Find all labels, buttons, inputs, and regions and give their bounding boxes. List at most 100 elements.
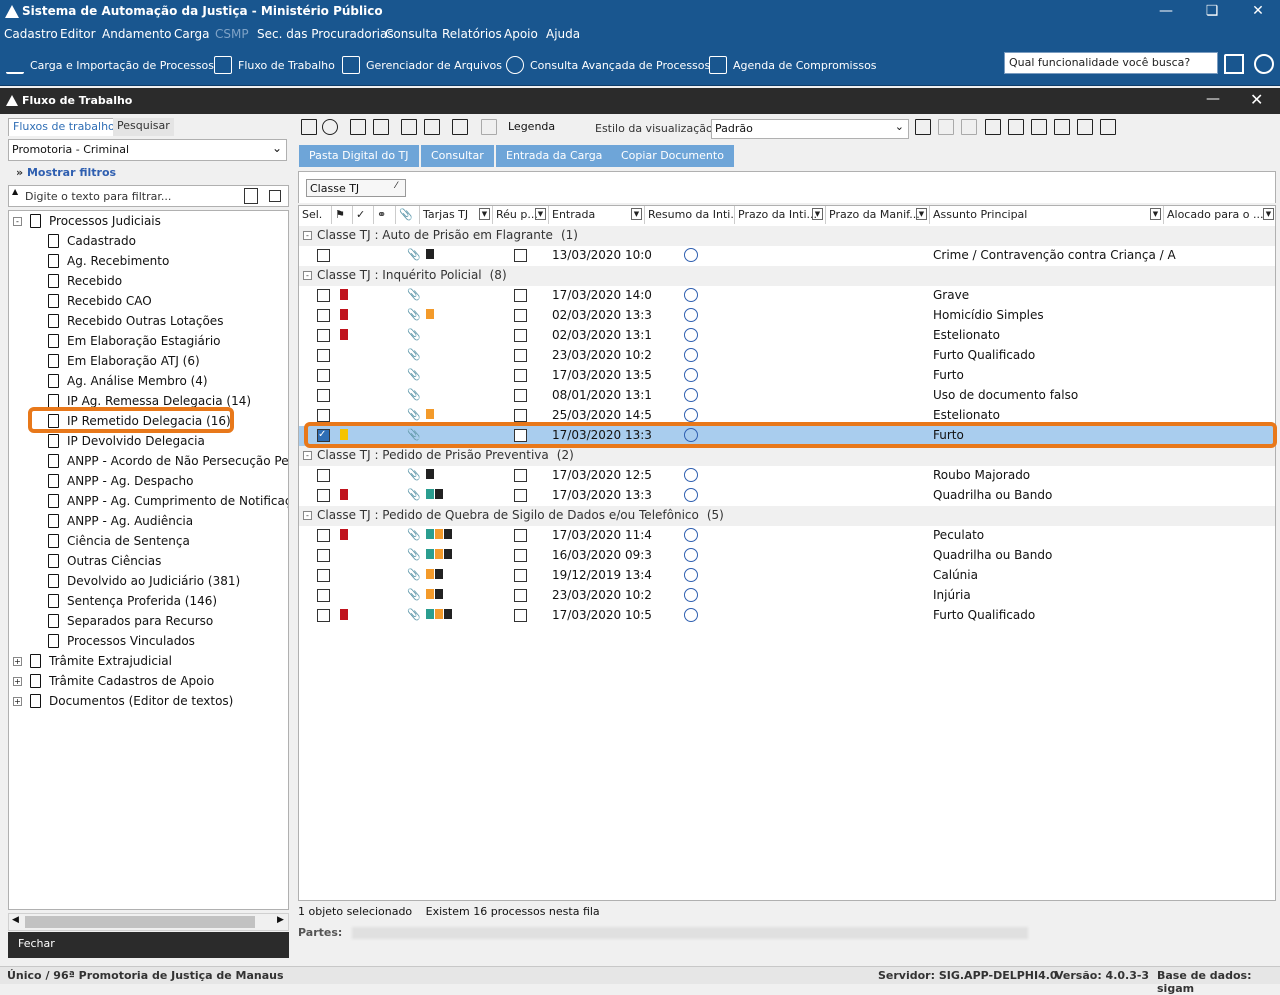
- group-header-row[interactable]: - Classe TJ : Auto de Prisão em Flagrante…: [299, 226, 1275, 246]
- print-preview-icon[interactable]: [401, 119, 417, 135]
- table-row[interactable]: 📎 17/03/2020 11:4 Peculato: [299, 526, 1275, 546]
- show-filters-link[interactable]: » Mostrar filtros: [16, 166, 116, 179]
- panel-close-button[interactable]: ✕: [1250, 90, 1263, 109]
- consultar-button[interactable]: Consultar: [421, 145, 494, 167]
- col-entrada[interactable]: Entrada ▼: [549, 206, 645, 224]
- table-row[interactable]: 📎 02/03/2020 13:1 Estelionato: [299, 326, 1275, 346]
- reu-preso-checkbox[interactable]: [514, 489, 527, 502]
- col-attach-icon[interactable]: 📎: [396, 206, 420, 224]
- row-select-checkbox[interactable]: [317, 569, 330, 582]
- tree-item[interactable]: Ciência de Sentença: [48, 531, 190, 551]
- reu-preso-checkbox[interactable]: [514, 309, 527, 322]
- tree-item-root[interactable]: + Documentos (Editor de textos): [13, 691, 233, 711]
- tree-item[interactable]: Separados para Recurso: [48, 611, 213, 631]
- magnifier-icon[interactable]: [684, 608, 698, 622]
- consulta-avancada-button[interactable]: Consulta Avançada de Processos: [506, 56, 710, 74]
- magnifier-icon[interactable]: [684, 568, 698, 582]
- col-tarjas[interactable]: Tarjas TJ ▼: [420, 206, 493, 224]
- users-icon[interactable]: [1254, 54, 1274, 74]
- tree-item[interactable]: Devolvido ao Judiciário (381): [48, 571, 240, 591]
- minimize-button[interactable]: —: [1146, 0, 1186, 24]
- filter-dropdown-icon[interactable]: ▼: [916, 208, 927, 220]
- tree-item[interactable]: Em Elaboração Estagiário: [48, 331, 221, 351]
- magnifier-icon[interactable]: [684, 388, 698, 402]
- agenda-compromissos-button[interactable]: Agenda de Compromissos: [709, 56, 877, 74]
- tree-horizontal-scrollbar[interactable]: ◀ ▶: [8, 913, 289, 931]
- reu-preso-checkbox[interactable]: [514, 569, 527, 582]
- col-resumo[interactable]: Resumo da Inti...: [645, 206, 735, 224]
- magnifier-icon[interactable]: [684, 588, 698, 602]
- scroll-left-icon[interactable]: ◀: [12, 915, 19, 925]
- table-row[interactable]: 📎 13/03/2020 10:0 Crime / Contravenção con…: [299, 246, 1275, 266]
- reu-preso-checkbox[interactable]: [514, 549, 527, 562]
- group-chip[interactable]: Classe TJ ⁄: [306, 179, 406, 197]
- attachment-icon[interactable]: 📎: [407, 608, 421, 621]
- reu-preso-checkbox[interactable]: [514, 349, 527, 362]
- filter-dropdown-icon[interactable]: ▼: [535, 208, 546, 220]
- global-search-input[interactable]: Qual funcionalidade você busca?: [1004, 52, 1218, 74]
- restore-button[interactable]: ❏: [1192, 0, 1232, 24]
- menu-editor[interactable]: Editor: [60, 27, 96, 41]
- row-select-checkbox[interactable]: [317, 309, 330, 322]
- menu-andamento[interactable]: Andamento: [102, 27, 172, 41]
- duplicate-icon[interactable]: [373, 119, 389, 135]
- layout-icon[interactable]: [1077, 119, 1093, 135]
- magnifier-icon[interactable]: [684, 488, 698, 502]
- table-row[interactable]: 📎 17/03/2020 13:3 Quadrilha ou Bando: [299, 486, 1275, 506]
- tree-item[interactable]: Recebido: [48, 271, 122, 291]
- reu-preso-checkbox[interactable]: [514, 529, 527, 542]
- workflow-combo[interactable]: Promotoria - Criminal ⌄: [8, 139, 287, 161]
- excel-icon[interactable]: [985, 119, 1001, 135]
- row-select-checkbox[interactable]: [317, 609, 330, 622]
- table-row[interactable]: 📎 23/03/2020 10:2 Furto Qualificado: [299, 346, 1275, 366]
- view-style-select[interactable]: Padrão ⌄: [711, 119, 909, 139]
- tree-item-root[interactable]: + Trâmite Cadastros de Apoio: [13, 671, 214, 691]
- magnifier-icon[interactable]: [684, 248, 698, 262]
- row-select-checkbox[interactable]: [317, 369, 330, 382]
- table-row[interactable]: 📎 17/03/2020 12:5 Roubo Majorado: [299, 466, 1275, 486]
- copiar-documento-button[interactable]: Copiar Documento: [611, 145, 734, 167]
- tree-item[interactable]: ANPP - Ag. Audiência: [48, 511, 193, 531]
- row-select-checkbox[interactable]: [317, 489, 330, 502]
- magnifier-icon[interactable]: [684, 328, 698, 342]
- attachment-icon[interactable]: 📎: [407, 368, 421, 381]
- tab-fluxos-trabalho[interactable]: Fluxos de trabalho: [8, 118, 120, 136]
- group-icon[interactable]: [1054, 119, 1070, 135]
- home-icon[interactable]: [1224, 54, 1244, 74]
- reu-preso-checkbox[interactable]: [514, 589, 527, 602]
- menu-sec-procuradorias[interactable]: Sec. das Procuradorias: [257, 27, 394, 41]
- col-check-icon[interactable]: ✓: [353, 206, 374, 224]
- expand-icon[interactable]: +: [13, 676, 22, 686]
- expand-icon[interactable]: +: [13, 656, 22, 666]
- magnifier-icon[interactable]: [684, 288, 698, 302]
- collapse-icon[interactable]: -: [303, 511, 312, 520]
- col-alocado[interactable]: Alocado para o ... ▼: [1164, 206, 1275, 224]
- columns-icon[interactable]: [1031, 119, 1047, 135]
- attachment-icon[interactable]: 📎: [407, 248, 421, 261]
- reu-preso-checkbox[interactable]: [514, 369, 527, 382]
- entrada-carga-button[interactable]: Entrada da Carga: [496, 145, 613, 167]
- print-icon[interactable]: [1100, 119, 1116, 135]
- collapse-icon[interactable]: -: [303, 451, 312, 460]
- scroll-right-icon[interactable]: ▶: [277, 915, 284, 925]
- filter-dropdown-icon[interactable]: ▼: [1150, 208, 1161, 220]
- menu-cadastro[interactable]: Cadastro: [4, 27, 58, 41]
- filter-dropdown-icon[interactable]: ▼: [812, 208, 823, 220]
- attachment-icon[interactable]: 📎: [407, 408, 421, 421]
- attachment-icon[interactable]: 📎: [407, 288, 421, 301]
- table-row[interactable]: 📎 19/12/2019 13:4 Calúnia: [299, 566, 1275, 586]
- tree-item[interactable]: Recebido Outras Lotações: [48, 311, 223, 331]
- filter-dropdown-icon[interactable]: ▼: [631, 208, 642, 220]
- pasta-digital-button[interactable]: Pasta Digital do TJ: [299, 145, 419, 167]
- attachment-icon[interactable]: 📎: [407, 328, 421, 341]
- reu-preso-checkbox[interactable]: [514, 609, 527, 622]
- row-select-checkbox[interactable]: [317, 409, 330, 422]
- magnifier-icon[interactable]: [684, 348, 698, 362]
- col-sel[interactable]: Sel.: [299, 206, 332, 224]
- group-header-row[interactable]: - Classe TJ : Inquérito Policial (8): [299, 266, 1275, 286]
- row-select-checkbox[interactable]: [317, 289, 330, 302]
- tree-item[interactable]: Cadastrado: [48, 231, 136, 251]
- tree-filter-input[interactable]: ▲ Digite o texto para filtrar...: [8, 185, 289, 207]
- table-row[interactable]: 📎 17/03/2020 13:5 Furto: [299, 366, 1275, 386]
- row-select-checkbox[interactable]: [317, 469, 330, 482]
